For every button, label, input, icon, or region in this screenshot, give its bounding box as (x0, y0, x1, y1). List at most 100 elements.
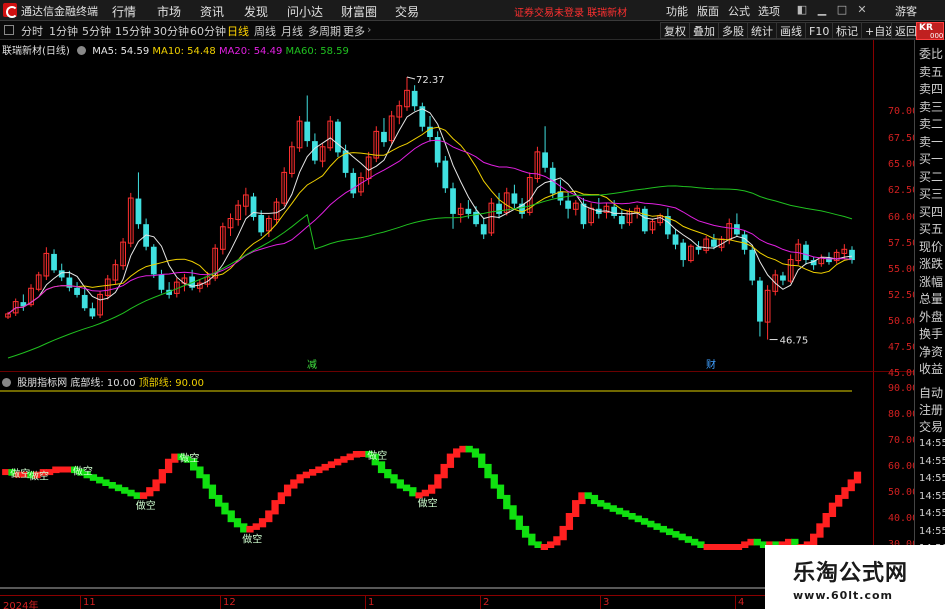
candle-body (258, 214, 265, 233)
candle-body (89, 308, 96, 317)
guest-login[interactable]: 游客 (895, 3, 917, 19)
panel-toggle-icon[interactable] (4, 25, 14, 35)
period-day[interactable]: 日线 (227, 23, 249, 39)
signal-label: 做空 (242, 533, 262, 546)
osc-fall-bar (478, 453, 486, 468)
osc-rise-bar (283, 484, 292, 497)
signal-label: 做空 (29, 470, 49, 483)
quote-panel-action[interactable]: 注册 (919, 401, 943, 418)
candle-body (135, 198, 142, 225)
period-5min[interactable]: 5分钟 (82, 23, 111, 39)
osc-rise-bar (346, 453, 354, 461)
date-tick (735, 596, 736, 609)
period-month[interactable]: 月线 (281, 23, 303, 39)
period-1min[interactable]: 1分钟 (49, 23, 78, 39)
login-notice[interactable]: 证券交易未登录 联瑞新材 (514, 4, 627, 19)
osc-rise-bar (553, 536, 561, 546)
osc-fall-bar (215, 494, 223, 507)
tool-tongji[interactable]: 统计 (747, 22, 777, 39)
candle-body (450, 188, 456, 214)
osc-fall-bar (634, 515, 642, 523)
indicator-chart[interactable]: 做空做空 做空做空 做空做空做空做空 (0, 388, 873, 593)
minimize-icon[interactable]: ▁ (814, 2, 830, 18)
osc-fall-bar (584, 492, 592, 499)
osc-rise-bar (309, 469, 317, 476)
date-tick (480, 596, 481, 609)
menu-wenxiaoda[interactable]: 问小达 (287, 3, 323, 20)
quote-row-label: 收益 (919, 362, 944, 376)
menu-xuanxiang[interactable]: 选项 (758, 3, 780, 19)
candle-body (803, 244, 809, 261)
indicator-settings-icon[interactable] (77, 46, 86, 55)
candlestick-chart[interactable]: 72.37 46.75 减 财 (0, 40, 914, 370)
quote-panel-action[interactable]: 自动 (919, 384, 943, 401)
osc-rise-bar (716, 544, 724, 550)
candle-body (741, 234, 748, 250)
osc-rise-bar (722, 544, 730, 550)
date-tick (365, 596, 366, 609)
candle-body (849, 249, 855, 261)
osc-rise-bar (565, 513, 574, 530)
osc-rise-bar (578, 492, 586, 505)
osc-rise-bar (164, 458, 173, 474)
tool-f10[interactable]: F10 (805, 22, 834, 39)
maximize-icon[interactable]: □ (834, 2, 850, 18)
ma10-line (7, 126, 853, 315)
period-multi[interactable]: 多周期 (308, 23, 341, 39)
quote-row-label: 涨幅 (919, 274, 944, 289)
period-15min[interactable]: 15分钟 (115, 23, 151, 39)
indicator-settings-icon[interactable] (2, 378, 11, 387)
osc-fall-bar (640, 518, 649, 525)
osc-fall-bar (509, 505, 517, 520)
osc-rise-bar (546, 541, 555, 548)
quote-row-label: 买三 (919, 187, 944, 201)
menu-hangqing[interactable]: 行情 (112, 3, 136, 20)
quote-panel-action[interactable]: 交易 (919, 418, 943, 435)
menu-zixun[interactable]: 资讯 (200, 3, 224, 20)
period-fenshi[interactable]: 分时 (21, 23, 43, 39)
tool-fuquan[interactable]: 复权 (660, 22, 690, 39)
osc-rise-bar (246, 525, 254, 533)
candle-body (434, 137, 441, 163)
osc-rise-bar (296, 474, 304, 484)
osc-fall-bar (384, 469, 392, 479)
menu-shichang[interactable]: 市场 (157, 3, 181, 20)
date-tick (80, 596, 81, 609)
osc-fall-bar (496, 484, 505, 499)
tool-duogu[interactable]: 多股 (718, 22, 748, 39)
period-30min[interactable]: 30分钟 (153, 23, 189, 39)
price-axis-line (873, 40, 874, 595)
menu-banmian[interactable]: 版面 (697, 3, 719, 19)
candle-body (557, 191, 564, 201)
more-chevron-icon[interactable]: › (367, 23, 371, 36)
menu-jiaoyi[interactable]: 交易 (395, 3, 419, 20)
candle-body (350, 172, 357, 194)
period-more[interactable]: 更多 (343, 23, 365, 39)
candle-body (511, 193, 518, 204)
quote-row-label: 买二 (919, 169, 944, 184)
osc-fall-bar (127, 489, 135, 497)
quote-row-label: 涨跌 (919, 257, 944, 271)
high-label: 72.37 (416, 75, 445, 86)
osc-fall-bar (396, 479, 404, 489)
osc-rise-bar (258, 518, 267, 528)
menu-faxian[interactable]: 发现 (244, 3, 268, 20)
tool-huaxian[interactable]: 画线 (776, 22, 806, 39)
osc-fall-bar (753, 538, 761, 546)
signal-label: 做空 (73, 465, 93, 478)
close-icon[interactable]: ✕ (854, 2, 870, 18)
menu-caifuquan[interactable]: 财富圈 (341, 3, 377, 20)
osc-rise-bar (290, 479, 298, 489)
skin-icon[interactable]: ◧ (794, 2, 810, 18)
candle-body (480, 224, 487, 235)
tool-biaoji[interactable]: 标记 (832, 22, 862, 39)
osc-rise-bar (139, 492, 148, 499)
tool-diejia[interactable]: 叠加 (689, 22, 719, 39)
period-60min[interactable]: 60分钟 (190, 23, 226, 39)
osc-rise-bar (58, 466, 66, 473)
osc-rise-bar (459, 445, 467, 453)
menu-gongshi[interactable]: 公式 (728, 3, 750, 19)
menu-gongneng[interactable]: 功能 (666, 3, 688, 19)
event-marker-cai: 财 (706, 358, 716, 370)
period-week[interactable]: 周线 (254, 23, 276, 39)
